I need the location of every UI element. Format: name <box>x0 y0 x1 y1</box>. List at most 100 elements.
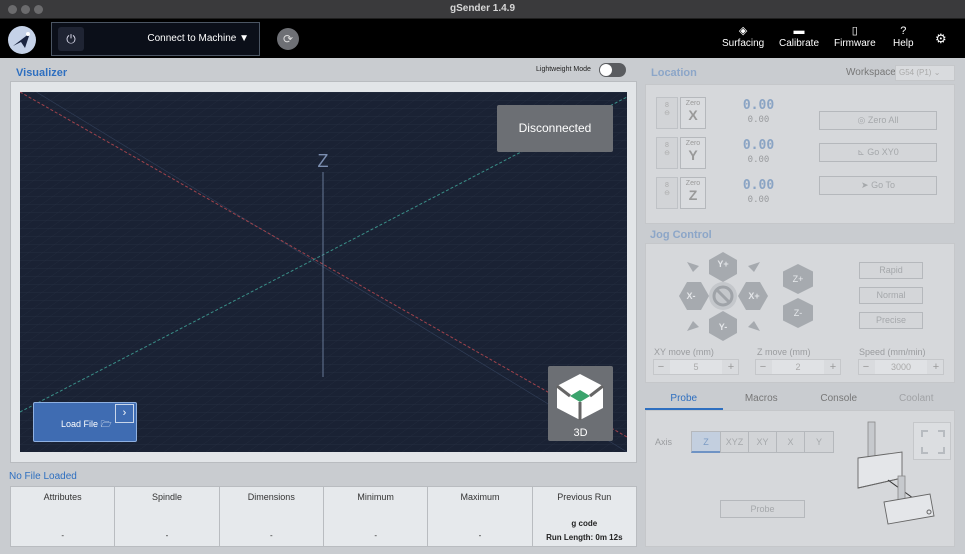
file-attributes-cell: Attributes - <box>11 487 116 546</box>
load-file-button[interactable]: Load File 🗁 › <box>33 402 137 442</box>
xy-move-value[interactable]: 5 <box>670 360 722 374</box>
probe-axis-y-option[interactable]: Y <box>804 431 834 453</box>
settings-gear-icon[interactable]: ⚙ <box>935 31 947 47</box>
probe-axis-x-option[interactable]: X <box>776 431 805 453</box>
tab-macros[interactable]: Macros <box>723 389 801 410</box>
app-logo <box>8 26 36 54</box>
surfacing-label: Surfacing <box>722 38 765 49</box>
column-header: Spindle <box>151 492 182 502</box>
go-to-label: Go To <box>871 180 895 190</box>
axis-letter: Z <box>688 187 698 203</box>
z-move-stepper[interactable]: −2 + <box>755 359 841 375</box>
load-file-menu-chevron-icon[interactable]: › <box>115 404 134 423</box>
calibrate-button[interactable]: ▬ Calibrate <box>779 24 819 49</box>
calibrate-icon: ▬ <box>793 25 805 37</box>
jog-y-minus-button[interactable]: Y- <box>713 322 733 332</box>
view-3d-label: 3D <box>573 427 588 439</box>
zero-label: Zero <box>685 100 701 107</box>
file-previous-run-cell: Previous Run g code Run Length: 0m 12s <box>533 487 636 546</box>
folder-icon: 🗁 <box>100 419 112 429</box>
lightweight-mode-toggle[interactable] <box>599 63 626 77</box>
column-value: - <box>165 531 169 540</box>
zero-x-button[interactable]: Zero X <box>680 97 706 129</box>
y-work-position: 0.00 <box>742 138 775 153</box>
minus-icon[interactable]: − <box>756 360 770 374</box>
help-icon: ? <box>900 25 907 37</box>
go-xy0-button[interactable]: ⊾ Go XY0 <box>819 143 937 162</box>
visualizer-title: Visualizer <box>16 67 68 79</box>
help-button[interactable]: ? Help <box>893 24 914 49</box>
file-spindle-cell: Spindle - <box>115 487 220 546</box>
probe-axis-xy-option[interactable]: XY <box>748 431 777 453</box>
load-file-label: Load File <box>61 419 99 429</box>
speed-stepper[interactable]: −3000 + <box>858 359 944 375</box>
zero-all-button[interactable]: ◎ Zero All <box>819 111 937 130</box>
axis-letter: Y <box>688 147 698 163</box>
z-machine-position: 0.00 <box>747 195 770 205</box>
firmware-button[interactable]: ▯ Firmware <box>834 24 876 49</box>
y-machine-position: 0.00 <box>747 155 770 165</box>
file-info-table: Attributes - Spindle - Dimensions - Mini… <box>10 486 637 547</box>
plus-icon[interactable]: + <box>826 360 840 374</box>
axis-z-lock-icon[interactable]: 8 ⊖ <box>656 177 678 209</box>
connect-machine-label: Connect to Machine ▼ <box>147 33 249 44</box>
z-move-value[interactable]: 2 <box>772 360 824 374</box>
zero-z-button[interactable]: Zero Z <box>680 177 706 209</box>
zero-y-button[interactable]: Zero Y <box>680 137 706 169</box>
fullscreen-icon[interactable] <box>913 422 951 460</box>
file-maximum-cell: Maximum - <box>428 487 533 546</box>
jog-control-title: Jog Control <box>650 229 712 241</box>
axis-x-lock-icon[interactable]: 8 ⊖ <box>656 97 678 129</box>
x-work-position: 0.00 <box>742 98 775 113</box>
jog-speed-precise-button[interactable]: Precise <box>859 312 923 329</box>
speed-value[interactable]: 3000 <box>875 360 927 374</box>
jog-y-plus-button[interactable]: Y+ <box>713 259 733 269</box>
workspace-select[interactable]: G54 (P1) ⌄ <box>895 65 955 81</box>
plug-icon: ⏻ <box>58 27 84 51</box>
axis-y-lock-icon[interactable]: 8 ⊖ <box>656 137 678 169</box>
probe-axis-xyz-option[interactable]: XYZ <box>720 431 749 453</box>
workspace-label: Workspace: <box>846 67 899 78</box>
tool-tabs: Probe Macros Console Coolant <box>645 389 955 411</box>
column-header: Attributes <box>43 492 82 502</box>
tab-console[interactable]: Console <box>800 389 878 410</box>
column-header: Previous Run <box>557 492 612 502</box>
jog-x-minus-button[interactable]: X- <box>681 291 701 301</box>
location-title: Location <box>651 67 697 79</box>
view-cube-icon <box>556 374 604 420</box>
workspace-value: G54 (P1) <box>899 68 932 77</box>
column-value: - <box>269 531 273 540</box>
z-move-label: Z move (mm) <box>757 347 811 357</box>
plus-icon[interactable]: + <box>929 360 943 374</box>
lightweight-mode-label: Lightweight Mode <box>536 66 591 73</box>
column-value: - <box>61 531 64 540</box>
jog-x-plus-button[interactable]: X+ <box>744 291 764 301</box>
zero-all-label: Zero All <box>867 115 899 125</box>
plus-icon[interactable]: + <box>724 360 738 374</box>
view-cube-button[interactable]: 3D <box>548 366 613 441</box>
minus-icon[interactable]: − <box>859 360 873 374</box>
jog-speed-rapid-button[interactable]: Rapid <box>859 262 923 279</box>
go-to-button[interactable]: ➤ Go To <box>819 176 937 195</box>
minus-icon[interactable]: − <box>654 360 668 374</box>
connection-status: Disconnected <box>497 105 613 152</box>
xy-move-stepper[interactable]: −5 + <box>653 359 739 375</box>
previous-run-length: Run Length: 0m 12s <box>546 533 623 542</box>
probe-axis-z-option[interactable]: Z <box>691 431 721 453</box>
refresh-ports-button[interactable]: ⟳ <box>277 28 299 50</box>
tab-probe[interactable]: Probe <box>645 389 723 410</box>
column-value: - <box>374 531 377 540</box>
tab-coolant[interactable]: Coolant <box>878 389 956 410</box>
x-machine-position: 0.00 <box>747 115 770 125</box>
z-work-position: 0.00 <box>742 178 775 193</box>
speed-label: Speed (mm/min) <box>859 347 926 357</box>
probe-button[interactable]: Probe <box>720 500 805 518</box>
surfacing-button[interactable]: ◈ Surfacing <box>722 24 764 49</box>
jog-speed-normal-button[interactable]: Normal <box>859 287 923 304</box>
calibrate-label: Calibrate <box>779 38 820 49</box>
z-axis-label: Z <box>318 151 329 171</box>
zero-label: Zero <box>685 180 701 187</box>
axis-letter: X <box>688 107 698 123</box>
firmware-icon: ▯ <box>851 25 858 37</box>
column-header: Maximum <box>460 492 500 502</box>
